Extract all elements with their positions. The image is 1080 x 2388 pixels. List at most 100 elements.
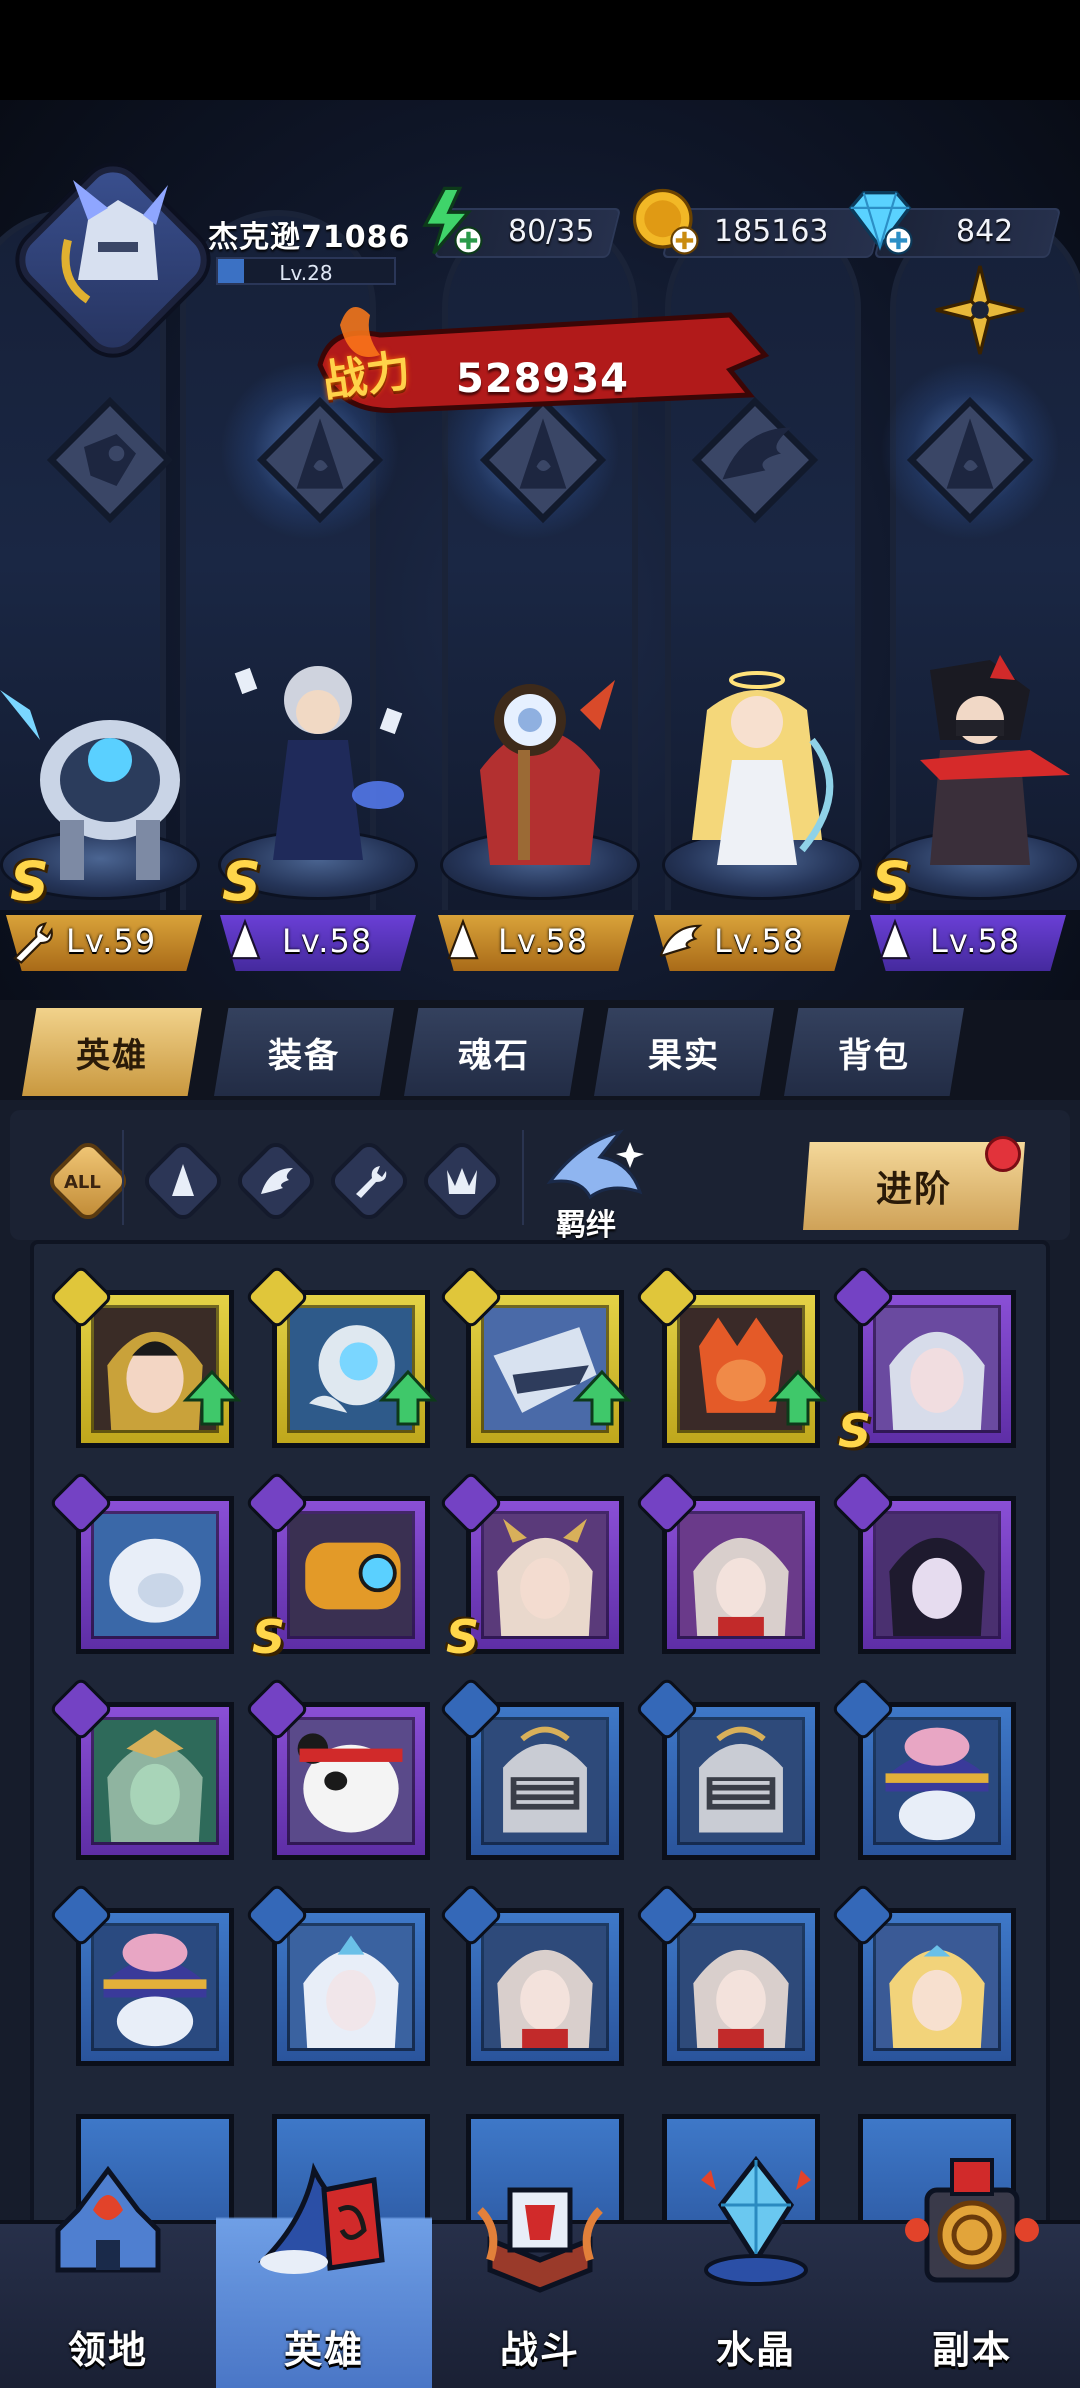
nav-label: 水晶 [715,2328,796,2372]
wrench-icon [13,922,53,964]
hero-portrait [873,1923,1001,2051]
wrench-icon [356,1166,387,1198]
team-level-1: Lv.59 [66,922,157,960]
s-rank-badge: S [872,850,911,913]
hero-angel-archer[interactable] [662,650,862,900]
hero-portrait [91,1717,219,1845]
divider [122,1130,124,1225]
hero-card-knight-2[interactable] [662,1702,820,1860]
energy-icon[interactable] [412,184,488,260]
nav-label: 英雄 [283,2328,364,2372]
player-level-bar: Lv.28 [216,257,396,285]
hero-portrait [873,1511,1001,1639]
mage-emblem-icon-3 [906,396,1034,524]
combat-power-value: 528934 [456,356,629,402]
claw-icon [447,1168,477,1194]
gold-coin-icon[interactable] [628,184,704,260]
hero-portrait [481,1923,609,2051]
s-rank-badge: S [222,850,261,913]
hero-portrait [481,1717,609,1845]
s-rank-badge: S [252,1610,286,1664]
hero-card-silver-queen[interactable] [858,1290,1016,1448]
upgrade-arrow-icon [768,1369,828,1426]
hero-card-pale-elf-2[interactable] [466,1908,624,2066]
wizard-hat-icon [447,918,479,960]
wing-icon [261,1168,293,1194]
wizard-hat-icon [879,918,911,960]
upgrade-arrow-icon [182,1369,242,1426]
diamond-icon[interactable] [842,184,918,260]
hero-portrait [873,1305,1001,1433]
tab-backpack[interactable]: 背包 [784,1008,964,1096]
divider [522,1130,524,1225]
hero-card-ice-queen[interactable] [272,1908,430,2066]
hero-card-knight-1[interactable] [466,1702,624,1860]
tab-soulstone[interactable]: 魂石 [404,1008,584,1096]
castle-icon [55,2165,161,2273]
hero-hat-icon [257,2162,385,2274]
upgrade-arrow-icon [572,1369,632,1426]
hero-card-wizard-2[interactable] [76,1908,234,2066]
team-showcase: S S S Lv.59 Lv.58 Lv.58 Lv.58 Lv.58 杰克逊7… [0,0,1080,1010]
team-level-3: Lv.58 [498,922,589,960]
tank-emblem-icon [46,396,174,524]
tab-equipment[interactable]: 装备 [214,1008,394,1096]
hero-portrait [481,1511,609,1639]
team-level-5: Lv.58 [930,922,1021,960]
hero-portrait [677,1923,805,2051]
energy-value: 80/35 [508,214,595,249]
wizard-hat-icon [229,918,261,960]
hero-card-snow-lion[interactable] [76,1496,234,1654]
s-rank-badge: S [446,1610,480,1664]
hero-card-dark-sorceress[interactable] [858,1496,1016,1654]
battle-book-icon [477,2187,603,2293]
hero-card-pale-elf-3[interactable] [662,1908,820,2066]
hero-card-robot[interactable] [272,1496,430,1654]
dungeon-portal-icon [905,2158,1039,2283]
nav-label: 副本 [931,2328,1012,2372]
avatar[interactable] [58,180,178,310]
hero-card-pale-elf-1[interactable] [662,1496,820,1654]
hero-portrait [91,1511,219,1639]
tab-fruit[interactable]: 果实 [594,1008,774,1096]
hero-cyclops-mage[interactable] [440,650,640,900]
nav-battle[interactable]: 战斗 [432,2150,648,2388]
nav-territory[interactable]: 领地 [0,2150,216,2388]
filter-all-label: ALL [64,1172,101,1193]
status-bar-area [0,0,1080,100]
nav-dungeon[interactable]: 副本 [864,2150,1080,2388]
player-level: Lv.28 [279,261,333,285]
gold-value: 185163 [714,214,829,249]
hero-portrait [677,1511,805,1639]
hero-card-panda[interactable] [272,1702,430,1860]
notification-dot [985,1136,1021,1172]
s-rank-badge: S [838,1404,872,1458]
hero-card-golden-archer[interactable] [858,1908,1016,2066]
wing-icon [659,924,703,958]
nav-crystal[interactable]: 水晶 [648,2150,864,2388]
team-level-2: Lv.58 [282,922,373,960]
hero-card-horned-priestess[interactable] [466,1496,624,1654]
bond-label: 羁绊 [556,1208,616,1243]
tab-heroes[interactable]: 英雄 [22,1008,202,1096]
crystal-icon [701,2155,811,2286]
hero-portrait [287,1923,415,2051]
upgrade-arrow-icon [378,1369,438,1426]
hero-portrait [287,1511,415,1639]
s-rank-badge: S [10,850,49,913]
hero-portrait [91,1923,219,2051]
hero-portrait [677,1717,805,1845]
nav-label: 战斗 [499,2328,580,2372]
settings-icon[interactable] [925,255,1035,365]
nav-heroes[interactable]: 英雄 [216,2150,432,2388]
wizard-hat-icon [172,1164,194,1196]
hero-portrait [873,1717,1001,1845]
hero-portrait [287,1717,415,1845]
nav-label: 领地 [67,2328,148,2372]
gems-value: 842 [956,214,1014,249]
player-name: 杰克逊71086 [208,220,411,255]
team-level-4: Lv.58 [714,922,805,960]
combat-power-label: 战力 [319,345,414,408]
hero-card-forest-dryad[interactable] [76,1702,234,1860]
hero-card-wizard-1[interactable] [858,1702,1016,1860]
